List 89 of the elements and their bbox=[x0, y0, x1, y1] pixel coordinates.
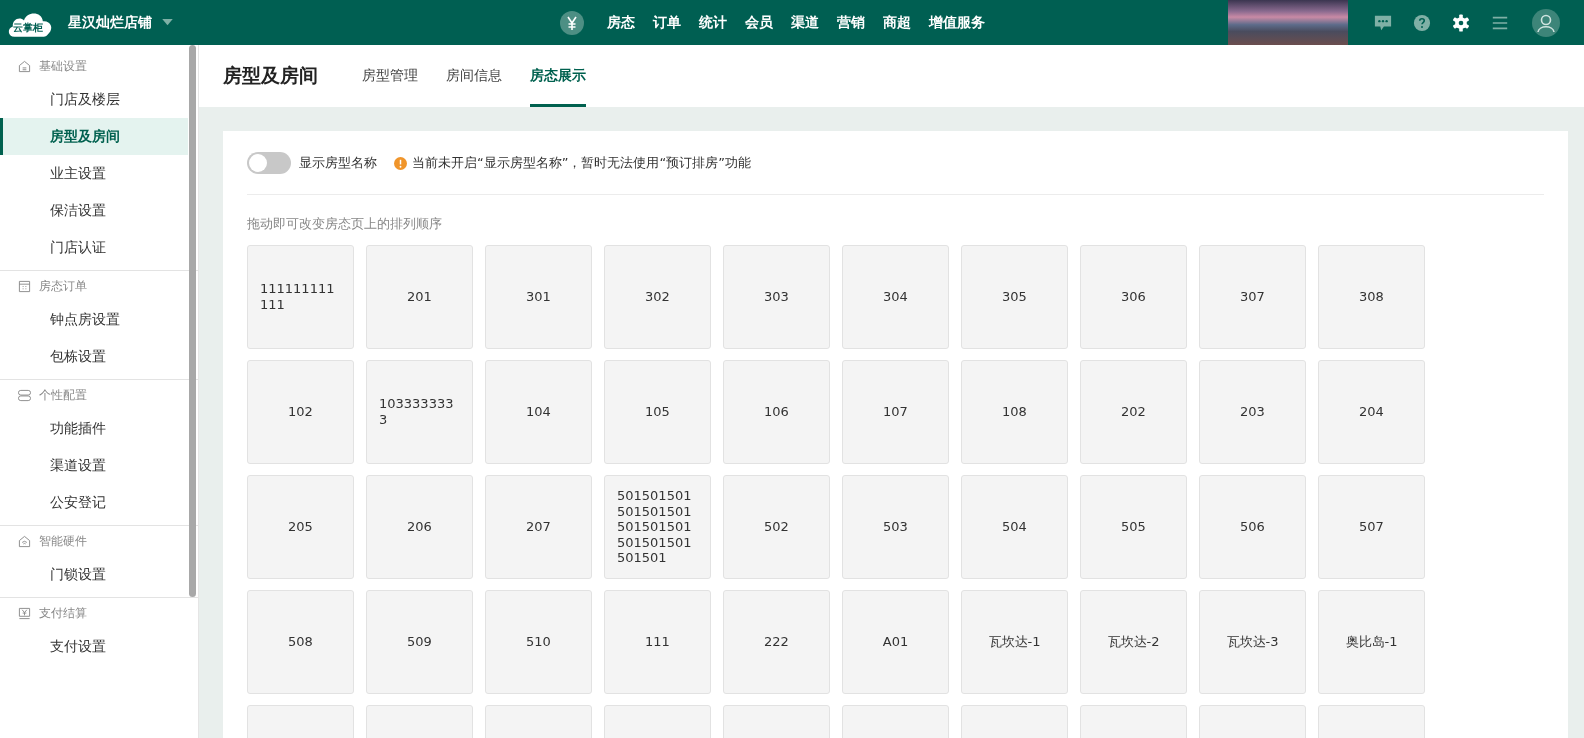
tab[interactable]: 房态展示 bbox=[530, 45, 586, 107]
room-tile[interactable]: 204 bbox=[1318, 360, 1425, 464]
sidebar-item[interactable]: 门店及楼层 bbox=[0, 81, 188, 118]
room-tile[interactable]: 111 bbox=[604, 590, 711, 694]
caret-icon bbox=[162, 19, 173, 26]
room-tile[interactable]: 202 bbox=[1080, 360, 1187, 464]
room-tile[interactable]: 104 bbox=[485, 360, 592, 464]
store-selector[interactable]: 星汉灿烂店铺 bbox=[68, 13, 173, 32]
settings-icon[interactable] bbox=[1452, 13, 1470, 32]
section-icon bbox=[18, 606, 31, 620]
tab[interactable]: 房间信息 bbox=[446, 45, 502, 107]
nav-link[interactable]: 房态 bbox=[598, 13, 644, 32]
warning-text: 当前未开启“显示房型名称”，暂时无法使用“预订排房”功能 bbox=[412, 154, 751, 172]
help-icon[interactable] bbox=[1413, 13, 1431, 32]
sidebar-item[interactable]: 保洁设置 bbox=[0, 192, 188, 229]
section-icon bbox=[18, 534, 31, 548]
room-tile[interactable]: 306 bbox=[1080, 245, 1187, 349]
sidebar-item[interactable]: 门锁设置 bbox=[0, 556, 188, 593]
section-heading: 支付结算 bbox=[39, 604, 87, 622]
nav-link[interactable]: 订单 bbox=[644, 13, 690, 32]
section-heading: 智能硬件 bbox=[39, 532, 87, 550]
room-tile[interactable]: 瓦坎达-3 bbox=[1199, 590, 1306, 694]
room-tile[interactable]: 304 bbox=[842, 245, 949, 349]
room-tile[interactable]: 508 bbox=[247, 590, 354, 694]
section-icon bbox=[18, 279, 31, 293]
room-tile[interactable]: 207 bbox=[485, 475, 592, 579]
room-tile[interactable]: 奥比岛-1 bbox=[1318, 590, 1425, 694]
room-tile[interactable]: 501501501501501501501501501501501501501501 bbox=[604, 475, 711, 579]
room-tile[interactable]: 111111111111 bbox=[247, 245, 354, 349]
section-heading: 房态订单 bbox=[39, 277, 87, 295]
chat-icon[interactable] bbox=[1374, 13, 1392, 32]
sidebar-item[interactable]: 门店认证 bbox=[0, 229, 188, 266]
room-tile[interactable]: 107 bbox=[842, 360, 949, 464]
room-tile[interactable]: 303 bbox=[723, 245, 830, 349]
room-tile[interactable]: 507 bbox=[1318, 475, 1425, 579]
hint-text: 拖动即可改变房态页上的排列顺序 bbox=[247, 215, 443, 233]
sidebar-item[interactable]: 功能插件 bbox=[0, 410, 188, 447]
section-heading: 基础设置 bbox=[39, 57, 87, 75]
room-tile[interactable]: 102 bbox=[247, 360, 354, 464]
room-tile[interactable]: A01 bbox=[842, 590, 949, 694]
room-tile[interactable]: 506 bbox=[1199, 475, 1306, 579]
room-tile[interactable]: 108 bbox=[961, 360, 1068, 464]
page-title: 房型及房间 bbox=[223, 63, 318, 88]
room-tile[interactable]: 1033333333 bbox=[366, 360, 473, 464]
room-tile[interactable]: 307 bbox=[1199, 245, 1306, 349]
room-tile[interactable]: 503 bbox=[842, 475, 949, 579]
sidebar-item[interactable]: 包栋设置 bbox=[0, 338, 188, 375]
room-tile[interactable]: 222 bbox=[723, 590, 830, 694]
nav-link[interactable]: 商超 bbox=[874, 13, 920, 32]
room-tile[interactable]: 305 bbox=[961, 245, 1068, 349]
nav-link[interactable]: 统计 bbox=[690, 13, 736, 32]
section-heading: 个性配置 bbox=[39, 386, 87, 404]
room-tile[interactable]: 505 bbox=[1080, 475, 1187, 579]
sidebar-item[interactable]: 公安登记 bbox=[0, 484, 188, 521]
sidebar-item[interactable]: 钟点房设置 bbox=[0, 301, 188, 338]
avatar-icon[interactable] bbox=[1532, 8, 1560, 37]
room-tile[interactable]: 504 bbox=[961, 475, 1068, 579]
room-tile[interactable]: 瓦坎达-2 bbox=[1080, 590, 1187, 694]
room-tile[interactable]: 203 bbox=[1199, 360, 1306, 464]
section-icon bbox=[18, 59, 31, 73]
room-tile[interactable]: 105 bbox=[604, 360, 711, 464]
room-tile[interactable]: 302 bbox=[604, 245, 711, 349]
section-icon bbox=[18, 388, 31, 402]
tab[interactable]: 房型管理 bbox=[362, 45, 418, 107]
toggle-switch[interactable] bbox=[247, 152, 291, 174]
room-tile[interactable]: 206 bbox=[366, 475, 473, 579]
room-tile[interactable]: 509 bbox=[366, 590, 473, 694]
room-tile[interactable]: 201 bbox=[366, 245, 473, 349]
cloud-logo[interactable]: 云掌柜 bbox=[6, 6, 54, 39]
yen-icon[interactable] bbox=[560, 10, 584, 35]
room-tile[interactable]: 308 bbox=[1318, 245, 1425, 349]
scrollbar[interactable] bbox=[189, 45, 196, 597]
sidebar-item[interactable]: 房型及房间 bbox=[0, 118, 188, 155]
room-tile[interactable]: 301 bbox=[485, 245, 592, 349]
room-tile[interactable]: 502 bbox=[723, 475, 830, 579]
sidebar-item[interactable]: 业主设置 bbox=[0, 155, 188, 192]
sidebar-item[interactable]: 渠道设置 bbox=[0, 447, 188, 484]
nav-link[interactable]: 会员 bbox=[736, 13, 782, 32]
nav-link[interactable]: 渠道 bbox=[782, 13, 828, 32]
room-tile[interactable]: 205 bbox=[247, 475, 354, 579]
room-tile[interactable]: 瓦坎达-1 bbox=[961, 590, 1068, 694]
sidebar-item[interactable]: 支付设置 bbox=[0, 628, 188, 665]
nav-link[interactable]: 营销 bbox=[828, 13, 874, 32]
nav-link[interactable]: 增值服务 bbox=[920, 13, 994, 32]
toggle-label: 显示房型名称 bbox=[299, 154, 377, 172]
logo-text: 云掌柜 bbox=[13, 20, 43, 35]
room-tile[interactable]: 510 bbox=[485, 590, 592, 694]
room-tile[interactable]: 106 bbox=[723, 360, 830, 464]
warning-icon bbox=[394, 156, 407, 170]
